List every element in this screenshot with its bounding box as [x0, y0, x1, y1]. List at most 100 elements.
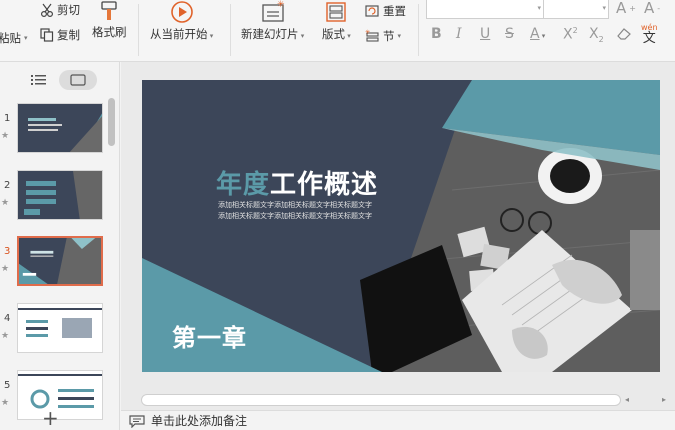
notes-pane[interactable]: 单击此处添加备注	[121, 410, 675, 430]
play-from-current-button[interactable]: 从当前开始 ▾	[150, 0, 213, 42]
ribbon-divider	[418, 4, 419, 56]
superscript-button[interactable]: X2	[563, 26, 578, 43]
play-icon	[170, 1, 193, 23]
outline-list-icon	[31, 75, 46, 85]
thumbnail-preview[interactable]	[17, 303, 103, 353]
layout-label: 版式	[322, 27, 345, 41]
slide-subtitle-line: 添加相关标题文字添加相关标题文字相关标题文字	[218, 212, 372, 220]
thumbnail-3-graphic	[19, 238, 101, 284]
paste-label: 粘贴	[0, 31, 21, 45]
thumbnail-4-graphic	[18, 304, 102, 352]
clear-format-button[interactable]	[616, 26, 632, 44]
cut-label: 剪切	[57, 3, 80, 17]
chevron-down-icon: ▾	[537, 4, 541, 12]
scrollbar-thumb[interactable]	[108, 98, 115, 146]
svg-text:✳: ✳	[365, 29, 370, 36]
outline-view-tab[interactable]	[28, 70, 50, 90]
notes-placeholder: 单击此处添加备注	[151, 414, 248, 428]
add-slide-icon: +	[42, 406, 59, 430]
star-icon: ★	[1, 264, 10, 274]
chevron-down-icon: ▾	[345, 32, 351, 40]
paste-button[interactable]: 粘贴 ▾	[0, 30, 28, 46]
subscript-button[interactable]: X2	[589, 26, 604, 44]
current-slide[interactable]: 年度工作概述 添加相关标题文字添加相关标题文字相关标题文字 添加相关标题文字添加…	[142, 80, 660, 372]
thumbnail-number: 4	[4, 313, 11, 324]
font-name-combo[interactable]: ▾	[426, 0, 544, 19]
thumbnail-1-graphic	[18, 104, 102, 152]
scroll-left-arrow-icon[interactable]: ◂	[625, 395, 629, 404]
thumbnail-item[interactable]: 4 ★	[0, 303, 108, 361]
thumbnail-item-active[interactable]: 3 ★	[0, 236, 108, 294]
slide-thumbnail-panel: 1 ★ 2 ★ 3 ★ 4 ★ 5 ★ +	[0, 62, 120, 430]
layout-icon	[326, 2, 347, 22]
thumbnail-number: 3	[4, 246, 11, 257]
thumbnail-number: 5	[4, 380, 11, 391]
layout-button[interactable]: 版式 ▾	[322, 0, 351, 42]
ribbon-divider	[230, 4, 231, 56]
section-icon: ✳	[365, 29, 379, 42]
section-button[interactable]: ✳ 节 ▾	[365, 28, 401, 44]
presentation-window: 粘贴 ▾ 剪切 复制 格式刷 从当前开始 ▾ ✳ 新建幻灯片 ▾ 版式 ▾ 重置…	[0, 0, 675, 430]
reset-button[interactable]: 重置	[365, 3, 406, 19]
slide-view-tab[interactable]	[59, 70, 97, 90]
slide-title-accent: 年度	[216, 170, 271, 200]
thumbnail-number: 2	[4, 180, 11, 191]
thumbnail-preview[interactable]	[17, 370, 103, 420]
font-size-combo[interactable]: ▾	[543, 0, 609, 19]
increase-font-button[interactable]: A +	[616, 0, 636, 17]
slide-view-icon	[70, 74, 86, 86]
svg-text:✳: ✳	[277, 0, 285, 10]
slide-subtitle: 添加相关标题文字添加相关标题文字相关标题文字 添加相关标题文字添加相关标题文字相…	[218, 200, 372, 222]
eraser-icon	[617, 28, 631, 40]
ribbon-divider	[138, 4, 139, 56]
copy-button[interactable]: 复制	[40, 27, 80, 43]
font-color-button[interactable]: A ▾	[530, 26, 545, 42]
strikethrough-button[interactable]: S	[505, 26, 514, 42]
ribbon-toolbar: 粘贴 ▾ 剪切 复制 格式刷 从当前开始 ▾ ✳ 新建幻灯片 ▾ 版式 ▾ 重置…	[0, 0, 675, 62]
reset-icon	[365, 5, 379, 17]
thumbnail-item[interactable]: 1 ★	[0, 103, 108, 161]
thumbnail-preview[interactable]	[17, 170, 103, 220]
phonetic-guide-button[interactable]: wén 文	[641, 24, 658, 46]
slide-title: 年度工作概述	[216, 164, 378, 201]
chevron-down-icon: ▾	[602, 4, 606, 12]
thumbnail-item[interactable]: 2 ★	[0, 170, 108, 228]
thumbnail-2-graphic	[18, 171, 102, 219]
slide-title-main: 工作概述	[270, 170, 379, 200]
italic-button[interactable]: I	[456, 26, 462, 42]
section-label: 节	[383, 29, 395, 43]
copy-icon	[40, 28, 54, 42]
thumbnail-5-graphic	[18, 371, 102, 419]
horizontal-scrollbar[interactable]	[141, 394, 621, 406]
cut-button[interactable]: 剪切	[40, 2, 80, 18]
notes-icon	[129, 414, 145, 428]
slide-chapter-label: 第一章	[172, 324, 247, 352]
decrease-font-button[interactable]: A-	[644, 0, 660, 17]
thumbnail-number: 1	[4, 113, 11, 124]
new-slide-button[interactable]: ✳ 新建幻灯片 ▾	[241, 0, 304, 42]
star-icon: ★	[1, 131, 10, 141]
underline-button[interactable]: U	[480, 26, 490, 42]
add-slide-button[interactable]: +	[42, 408, 59, 428]
format-painter-label: 格式刷	[92, 25, 127, 39]
play-from-current-label: 从当前开始	[150, 27, 208, 41]
slide-subtitle-line: 添加相关标题文字添加相关标题文字相关标题文字	[218, 201, 372, 209]
scissors-icon	[41, 3, 53, 17]
new-slide-label: 新建幻灯片	[241, 27, 299, 41]
slide-editing-area: 年度工作概述 添加相关标题文字添加相关标题文字相关标题文字 添加相关标题文字添加…	[121, 62, 675, 430]
format-painter-button[interactable]: 格式刷	[92, 0, 127, 40]
thumbnail-preview[interactable]	[17, 103, 103, 153]
chevron-down-icon: ▾	[397, 32, 402, 40]
bold-button[interactable]: B	[431, 26, 442, 42]
star-icon: ★	[1, 198, 10, 208]
star-icon: ★	[1, 331, 10, 341]
chevron-down-icon: ▾	[24, 34, 28, 42]
chevron-down-icon: ▾	[207, 32, 214, 40]
chevron-down-icon: ▾	[298, 32, 305, 40]
scroll-right-arrow-icon[interactable]: ▸	[662, 395, 666, 404]
copy-label: 复制	[57, 28, 80, 42]
star-icon: ★	[1, 398, 10, 408]
thumbnail-preview[interactable]	[17, 236, 103, 286]
new-slide-icon: ✳	[261, 0, 285, 22]
thumbnail-scrollbar[interactable]	[108, 98, 115, 398]
